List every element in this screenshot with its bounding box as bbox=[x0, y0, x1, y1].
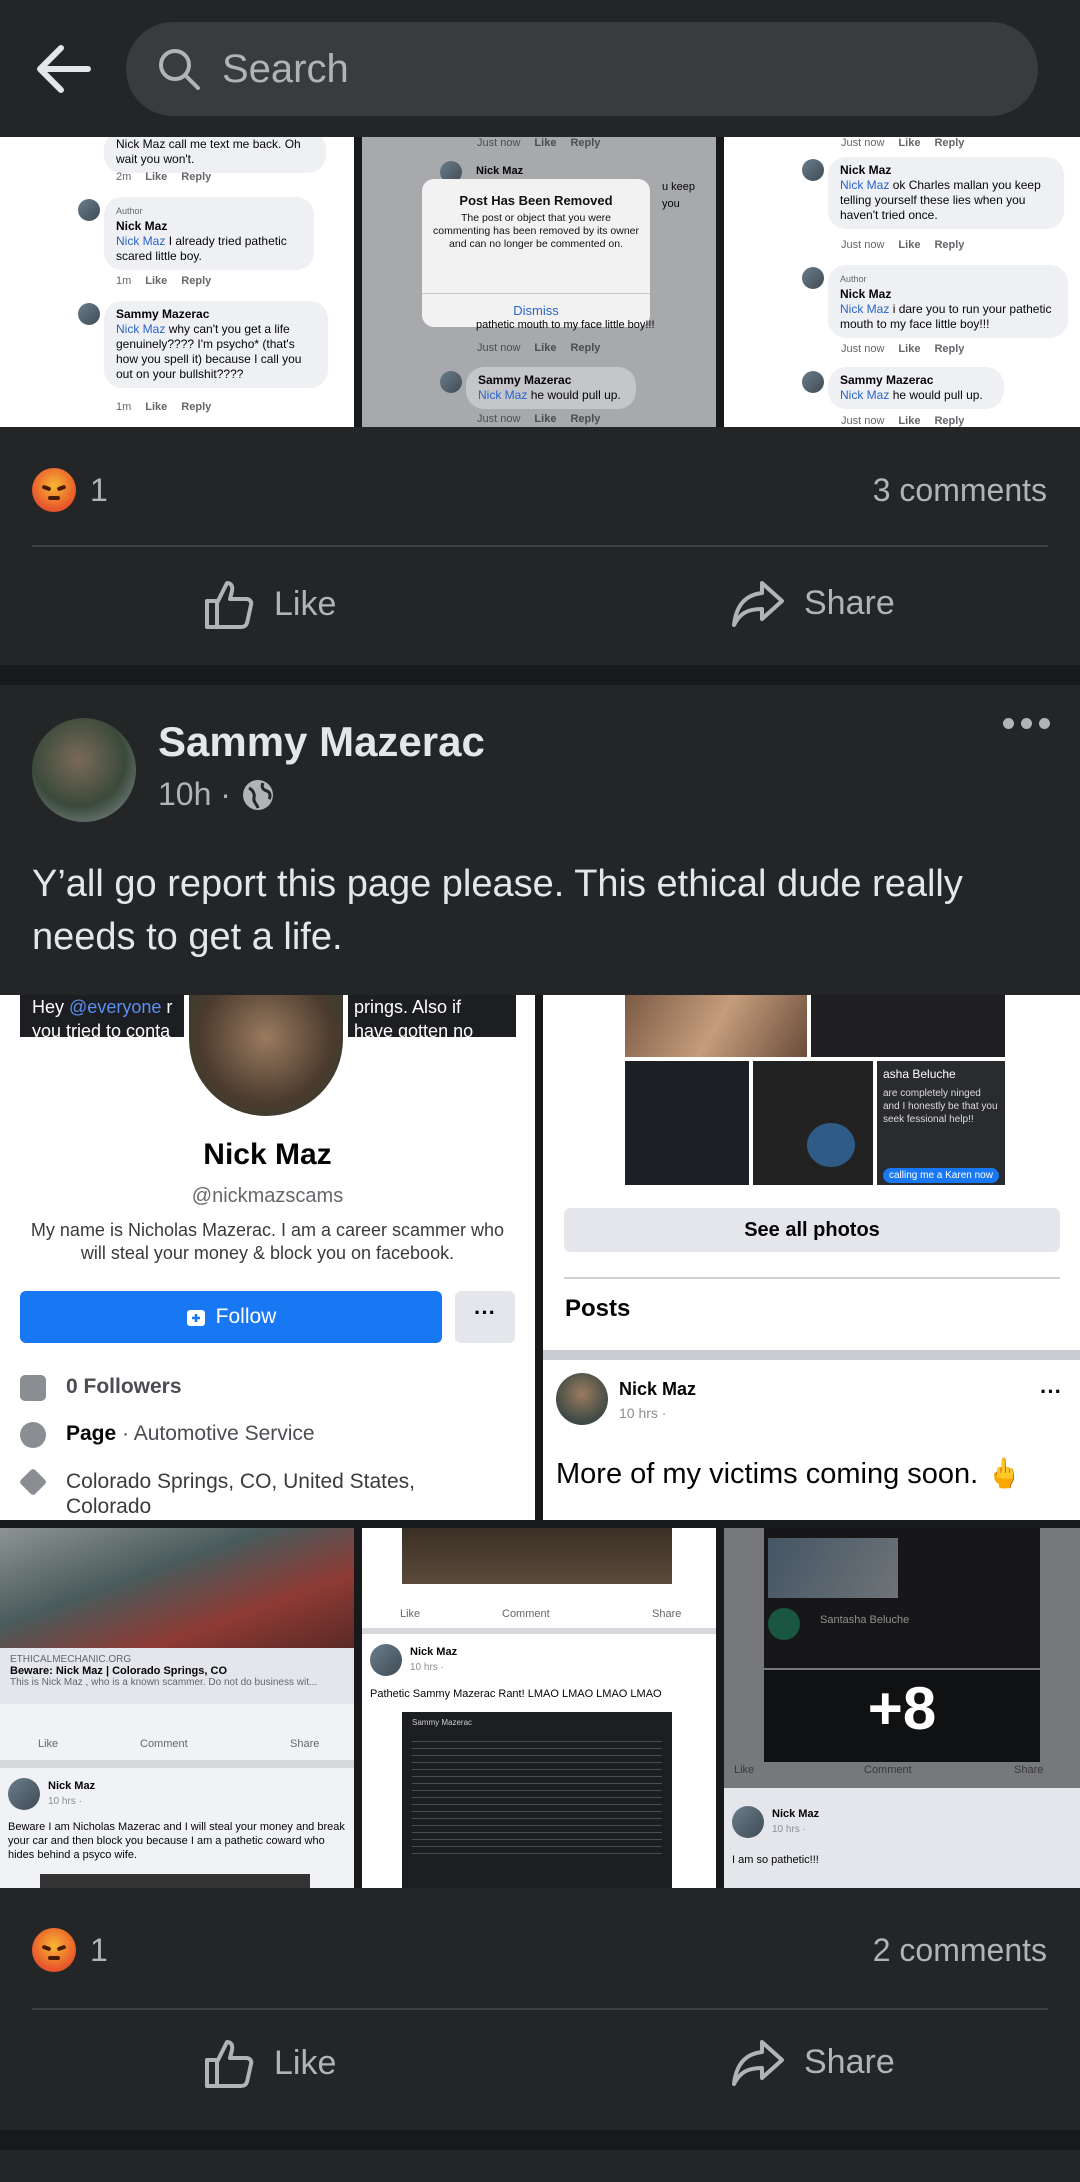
post1-footer: 1 3 comments Like Share bbox=[0, 427, 1080, 682]
followers-row: 0 Followers bbox=[20, 1375, 182, 1401]
post-options-button[interactable] bbox=[1003, 718, 1050, 729]
author-avatar[interactable] bbox=[32, 718, 136, 822]
location-icon bbox=[18, 1467, 48, 1497]
removed-dialog: Post Has Been Removed The post or object… bbox=[422, 179, 650, 327]
location-row: Colorado Springs, CO, United States, Col… bbox=[18, 1467, 490, 1519]
post2-image-3[interactable]: ETHICALMECHANIC.ORG Beware: Nick Maz | C… bbox=[0, 1528, 354, 1888]
nested-post-text: More of my victims coming soon. 🖕 bbox=[556, 1458, 1023, 1490]
post2-image-profile[interactable]: Hey @everyone r prings. Also if you tried… bbox=[0, 995, 535, 1520]
follow-icon bbox=[186, 1310, 205, 1326]
profile-handle: @nickmazscams bbox=[191, 1185, 344, 1207]
reaction-count: 1 bbox=[90, 471, 108, 508]
comment-text: Nick Maz call me text me back. Oh wait y… bbox=[116, 137, 301, 166]
share-button[interactable]: Share bbox=[730, 2036, 895, 2088]
angry-reaction-icon bbox=[32, 468, 76, 512]
profile-name: Nick Maz bbox=[203, 1138, 332, 1171]
like-button[interactable]: Like bbox=[202, 577, 336, 631]
post-time: 10h · bbox=[158, 776, 231, 812]
comments-count[interactable]: 2 comments bbox=[873, 1932, 1047, 1969]
thumbs-up-icon bbox=[205, 581, 254, 629]
share-button[interactable]: Share bbox=[730, 577, 895, 629]
post1-image-grid[interactable]: Nick Maz call me text me back. Oh wait y… bbox=[0, 137, 1080, 427]
search-icon bbox=[159, 49, 200, 90]
back-arrow-icon bbox=[37, 45, 91, 93]
avatar bbox=[78, 199, 100, 221]
avatar bbox=[732, 1806, 764, 1838]
share-label: Share bbox=[804, 2042, 895, 2081]
post1-image-1[interactable]: Nick Maz call me text me back. Oh wait y… bbox=[0, 137, 354, 427]
avatar bbox=[802, 371, 824, 393]
post1-image-3[interactable]: Just now Like Reply Nick Maz Nick Maz ok C… bbox=[724, 137, 1080, 427]
post2-image-photos[interactable]: asha Beluche are completely ninged and I… bbox=[543, 995, 1080, 1520]
globe-icon bbox=[242, 779, 273, 810]
reaction-count: 1 bbox=[90, 1931, 108, 1968]
follow-button: Follow bbox=[20, 1291, 442, 1343]
post2-image-4[interactable]: Like Comment Share Nick Maz 10 hrs · Pat… bbox=[362, 1528, 716, 1888]
author-name[interactable]: Sammy Mazerac bbox=[158, 718, 485, 766]
share-label: Share bbox=[804, 583, 895, 622]
avatar bbox=[802, 159, 824, 181]
avatar bbox=[370, 1644, 402, 1676]
like-label: Like bbox=[274, 2043, 337, 2082]
posts-heading: Posts bbox=[565, 1295, 631, 1322]
search-bar[interactable]: Search bbox=[126, 22, 1038, 116]
top-bar: Search bbox=[0, 0, 1080, 137]
page-category-row: Page · Automotive Service bbox=[20, 1422, 315, 1448]
photo-grid: asha Beluche are completely ninged and I… bbox=[625, 995, 1005, 1185]
see-all-photos-button: See all photos bbox=[564, 1208, 1060, 1252]
feed-separator bbox=[0, 2130, 1080, 2150]
avatar bbox=[8, 1778, 40, 1810]
profile-avatar bbox=[184, 995, 348, 1121]
post-text: Y’all go report this page please. This e… bbox=[32, 863, 963, 958]
post2-reactions[interactable]: 1 bbox=[32, 1928, 108, 1972]
nested-post-author: Nick Maz bbox=[619, 1379, 697, 1399]
like-label: Like bbox=[274, 584, 337, 623]
next-post-stub bbox=[0, 2150, 1080, 2182]
nested-post-time: 10 hrs · bbox=[619, 1405, 667, 1421]
post2-footer: 1 2 comments Like Share bbox=[0, 1888, 1080, 2130]
followers-icon bbox=[20, 1375, 46, 1401]
post-meta: 10h · bbox=[158, 776, 275, 813]
comments-count[interactable]: 3 comments bbox=[873, 472, 1047, 509]
avatar bbox=[440, 371, 462, 393]
post2-image-5[interactable]: Santasha Beluche Like Comment Share +8 N… bbox=[724, 1528, 1080, 1888]
profile-more-button: ··· bbox=[455, 1291, 515, 1343]
divider bbox=[32, 545, 1048, 547]
feed-separator bbox=[0, 665, 1080, 685]
like-button[interactable]: Like bbox=[202, 2036, 336, 2090]
post1-reactions[interactable]: 1 bbox=[32, 468, 108, 512]
avatar bbox=[802, 267, 824, 289]
back-button[interactable] bbox=[30, 36, 96, 102]
avatar bbox=[556, 1373, 608, 1425]
search-placeholder: Search bbox=[222, 46, 349, 91]
profile-bio: My name is Nicholas Mazerac. I am a care… bbox=[30, 1220, 505, 1263]
thumbs-up-icon bbox=[205, 2040, 254, 2088]
avatar bbox=[78, 303, 100, 325]
divider bbox=[32, 2008, 1048, 2010]
post1-image-2[interactable]: Just now Like Reply Nick Maz u keep you Po… bbox=[362, 137, 716, 427]
share-arrow-icon bbox=[732, 2040, 784, 2086]
nested-post-options: ··· bbox=[1040, 1379, 1062, 1404]
info-icon bbox=[20, 1422, 46, 1448]
share-arrow-icon bbox=[732, 581, 784, 627]
angry-reaction-icon bbox=[32, 1928, 76, 1972]
post2-image-row[interactable]: ETHICALMECHANIC.ORG Beware: Nick Maz | C… bbox=[0, 1528, 1080, 1888]
